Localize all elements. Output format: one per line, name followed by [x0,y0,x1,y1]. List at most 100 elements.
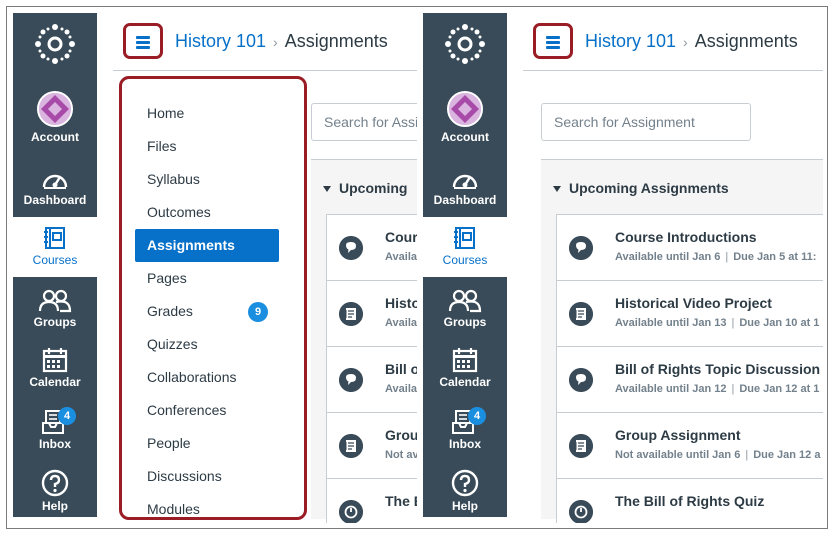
search-input[interactable]: Search for Assig [311,103,417,141]
course-menu-item-modules[interactable]: Modules [135,493,279,523]
nav-account[interactable]: Account [423,91,507,144]
breadcrumb-current: Assignments [694,31,798,51]
nav-inbox-label: Inbox [39,437,71,451]
nav-dashboard[interactable]: Dashboard [13,167,97,207]
nav-dashboard-label: Dashboard [23,193,87,207]
nav-calendar[interactable]: Calendar [13,347,97,389]
assignment-row[interactable]: Historical Video Project Available until … [557,281,823,347]
upcoming-toggle[interactable]: Upcoming Assignments [553,180,729,196]
course-menu-item-files[interactable]: Files [135,130,279,163]
help-icon [451,469,479,497]
breadcrumb-course-link[interactable]: History 101 [585,31,676,51]
inbox-badge: 4 [58,407,76,425]
left-panel: Account Dashboard Courses Groups Calenda… [13,13,417,523]
assignment-meta: Availa [385,383,417,395]
search-input[interactable]: Search for Assignment [541,103,751,141]
due-date-text: Due Jan 10 at 1 [739,317,820,329]
nav-groups[interactable]: Groups [13,289,97,329]
assignment-title[interactable]: Cours [385,229,417,245]
availability-text: Available until Jan 13 [615,317,727,329]
upcoming-toggle[interactable]: Upcoming [323,180,407,196]
course-menu-item-discussions[interactable]: Discussions [135,460,279,493]
course-menu-item-label: Grades [147,303,193,319]
course-menu-toggle[interactable] [533,23,573,59]
meta-divider: | [731,383,735,395]
canvas-logo-icon[interactable] [444,23,486,65]
canvas-logo-icon[interactable] [34,23,76,65]
section-title: Upcoming Assignments [569,180,729,196]
assignment-row[interactable]: Group Not av [327,413,417,479]
assignment-meta: Not available until Jan 6 | Due Jan 12 a [615,449,820,461]
assignment-icon [569,434,593,458]
assignment-title[interactable]: Group Assignment [615,427,741,443]
page-header: History 101 › Assignments [113,13,417,71]
nav-groups[interactable]: Groups [423,289,507,329]
course-menu-item-pages[interactable]: Pages [135,262,279,295]
course-menu-item-label: Pages [147,270,187,286]
nav-calendar[interactable]: Calendar [423,347,507,389]
inbox-badge: 4 [468,407,486,425]
nav-calendar-label: Calendar [29,375,81,389]
assignment-row[interactable]: Histo Availa [327,281,417,347]
discussion-icon [569,236,593,260]
course-menu-item-conferences[interactable]: Conferences [135,394,279,427]
assignment-row[interactable]: The B [327,479,417,523]
courses-icon [44,227,65,249]
assignment-title[interactable]: Bill o [385,361,417,377]
course-menu-item-outcomes[interactable]: Outcomes [135,196,279,229]
course-menu-item-grades[interactable]: Grades 9 [135,295,279,328]
course-menu-item-assignments[interactable]: Assignments [135,229,279,262]
nav-courses[interactable]: Courses [423,217,507,277]
grades-badge: 9 [248,302,268,322]
availability-text: Available until Jan 12 [615,383,727,395]
breadcrumb-separator: › [273,34,278,50]
help-icon [41,469,69,497]
assignment-title[interactable]: Bill of Rights Topic Discussion [615,361,820,377]
hamburger-icon [546,36,560,51]
course-menu-toggle[interactable] [123,23,163,59]
nav-inbox[interactable]: 4 Inbox [13,407,97,451]
meta-divider: | [731,317,735,329]
nav-help-label: Help [451,499,478,513]
course-menu-item-syllabus[interactable]: Syllabus [135,163,279,196]
assignment-title[interactable]: Historical Video Project [615,295,772,311]
assignment-row[interactable]: Course Introductions Available until Jan … [557,215,823,281]
discussion-icon [569,368,593,392]
nav-inbox[interactable]: 4 Inbox [423,407,507,451]
assignment-title[interactable]: The Bill of Rights Quiz [615,493,764,509]
nav-help[interactable]: Help [423,469,507,513]
due-date-text: Due Jan 12 a [753,449,821,461]
calendar-icon [42,348,68,373]
course-menu-item-quizzes[interactable]: Quizzes [135,328,279,361]
assignment-row[interactable]: Group Assignment Not available until Jan … [557,413,823,479]
course-menu-item-label: Outcomes [147,204,211,220]
assignment-meta: Not av [385,449,417,461]
upcoming-section: Upcoming Cours Availa Histo Availa Bill o Ava… [311,159,417,523]
breadcrumb-course-link[interactable]: History 101 [175,31,266,51]
hamburger-icon [136,36,150,51]
assignment-meta: Availa [385,251,417,263]
nav-help[interactable]: Help [13,469,97,513]
course-menu-item-people[interactable]: People [135,427,279,460]
assignment-row[interactable]: The Bill of Rights Quiz [557,479,823,523]
assignment-title[interactable]: The B [385,493,417,509]
nav-calendar-label: Calendar [439,375,491,389]
assignment-row[interactable]: Bill o Availa [327,347,417,413]
nav-courses[interactable]: Courses [13,217,97,277]
nav-dashboard[interactable]: Dashboard [423,167,507,207]
assignment-row[interactable]: Cours Availa [327,215,417,281]
course-menu-item-home[interactable]: Home [135,97,279,130]
assignment-title[interactable]: Group [385,427,417,443]
assignment-title[interactable]: Course Introductions [615,229,757,245]
assignment-list: Cours Availa Histo Availa Bill o Availa Group N… [326,214,417,523]
avatar [447,91,483,127]
course-menu-item-label: Home [147,105,185,121]
calendar-icon [452,348,478,373]
quiz-icon [569,500,593,523]
course-menu-item-label: Discussions [147,468,222,484]
assignment-row[interactable]: Bill of Rights Topic Discussion Available… [557,347,823,413]
course-menu-item-collaborations[interactable]: Collaborations [135,361,279,394]
assignment-title[interactable]: Histo [385,295,417,311]
nav-account[interactable]: Account [13,91,97,144]
page-header: History 101 › Assignments [523,13,823,71]
